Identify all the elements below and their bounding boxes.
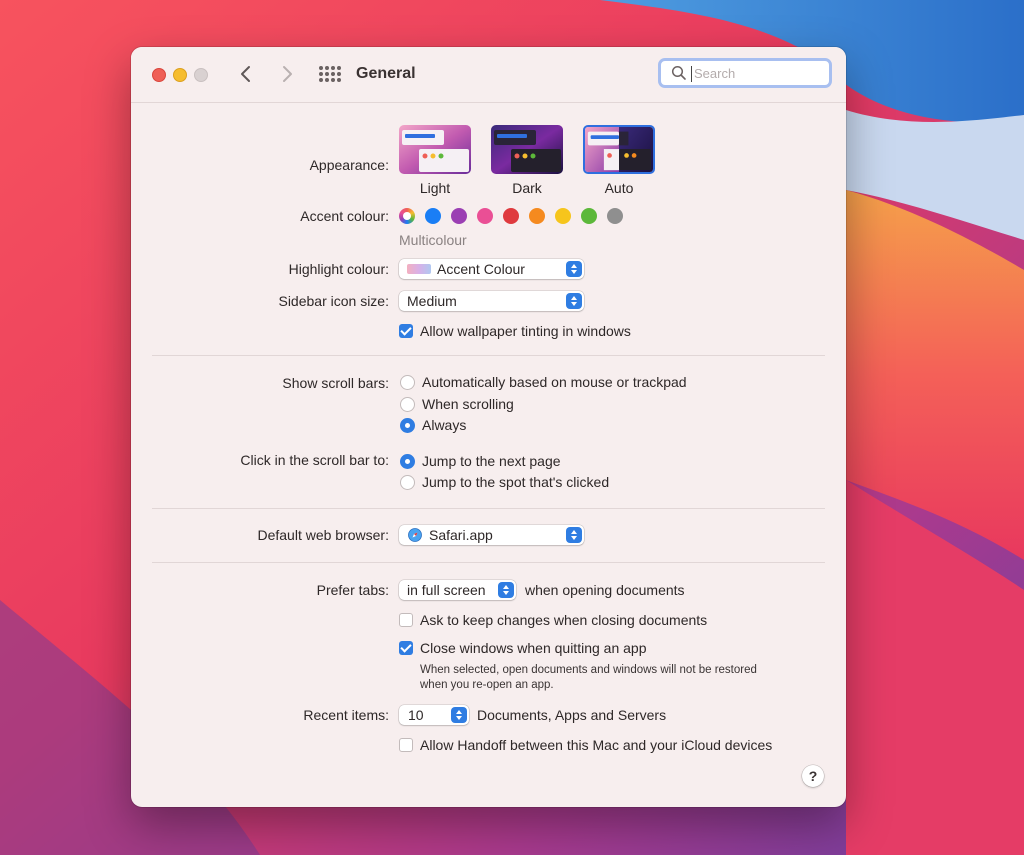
prefer-tabs-label: Prefer tabs: xyxy=(316,582,389,598)
section-divider xyxy=(152,562,825,563)
select-arrows-icon xyxy=(498,582,514,598)
grid-icon[interactable] xyxy=(319,66,341,82)
search-input[interactable]: Search xyxy=(694,66,735,81)
close-windows-help-line1: When selected, open documents and window… xyxy=(420,664,757,676)
highlight-gradient-swatch xyxy=(407,264,431,274)
scroll-bars-auto-radio[interactable] xyxy=(400,375,415,390)
wallpaper-tinting-label[interactable]: Allow wallpaper tinting in windows xyxy=(420,323,631,339)
chevron-right-icon[interactable] xyxy=(277,63,297,85)
click-scroll-next-page-label[interactable]: Jump to the next page xyxy=(422,453,561,469)
close-dot-icon[interactable] xyxy=(152,68,166,82)
handoff-label[interactable]: Allow Handoff between this Mac and your … xyxy=(420,737,772,753)
click-scroll-bar-label: Click in the scroll bar to: xyxy=(240,452,389,468)
appearance-light-label[interactable]: Light xyxy=(399,180,471,196)
scroll-bars-when-scrolling-label[interactable]: When scrolling xyxy=(422,396,514,412)
appearance-auto-thumbnail[interactable] xyxy=(583,125,655,174)
recent-items-label: Recent items: xyxy=(303,707,389,723)
appearance-label: Appearance: xyxy=(309,157,389,173)
settings-window: General Search Appearance: Light Dark Au… xyxy=(131,47,846,807)
click-scroll-spot-radio[interactable] xyxy=(400,475,415,490)
help-icon[interactable]: ? xyxy=(802,765,824,787)
appearance-auto-label[interactable]: Auto xyxy=(583,180,655,196)
highlight-colour-select[interactable]: Accent Colour xyxy=(399,259,584,279)
safari-icon xyxy=(408,528,422,542)
recent-items-suffix: Documents, Apps and Servers xyxy=(477,707,667,723)
close-windows-label[interactable]: Close windows when quitting an app xyxy=(420,640,646,656)
section-divider xyxy=(152,355,825,356)
chevron-left-icon[interactable] xyxy=(236,63,256,85)
section-divider xyxy=(152,508,825,509)
window-title: General xyxy=(356,65,416,82)
minimize-dot-icon[interactable] xyxy=(173,68,187,82)
appearance-dark-label[interactable]: Dark xyxy=(491,180,563,196)
show-scroll-bars-label: Show scroll bars: xyxy=(282,375,389,391)
highlight-colour-value: Accent Colour xyxy=(437,261,525,277)
default-browser-value: Safari.app xyxy=(429,527,493,543)
close-windows-help-line2: when you re-open an app. xyxy=(420,679,554,691)
title-bar: General Search xyxy=(131,47,846,103)
accent-colour-label: Accent colour: xyxy=(300,208,389,224)
highlight-colour-label: Highlight colour: xyxy=(288,261,389,277)
select-arrows-icon xyxy=(566,293,582,309)
select-arrows-icon xyxy=(566,261,582,277)
handoff-checkbox[interactable] xyxy=(399,738,413,752)
close-windows-checkbox[interactable] xyxy=(399,641,413,655)
appearance-light-thumbnail[interactable] xyxy=(399,125,471,174)
sidebar-icon-size-select[interactable]: Medium xyxy=(399,291,584,311)
accent-selected-name: Multicolour xyxy=(399,232,467,248)
accent-swatch-purple[interactable] xyxy=(451,208,467,224)
wallpaper-tinting-checkbox[interactable] xyxy=(399,324,413,338)
appearance-dark-thumbnail[interactable] xyxy=(491,125,563,174)
accent-swatch-blue[interactable] xyxy=(425,208,441,224)
scroll-bars-always-label[interactable]: Always xyxy=(422,417,466,433)
accent-swatch-orange[interactable] xyxy=(529,208,545,224)
select-arrows-icon xyxy=(566,527,582,543)
prefer-tabs-value: in full screen xyxy=(407,582,486,598)
text-caret xyxy=(691,66,692,82)
scroll-bars-always-radio[interactable] xyxy=(400,418,415,433)
select-arrows-icon xyxy=(451,707,467,723)
ask-keep-changes-checkbox[interactable] xyxy=(399,613,413,627)
search-field[interactable]: Search xyxy=(658,58,832,88)
accent-swatch-graphite[interactable] xyxy=(607,208,623,224)
click-scroll-spot-label[interactable]: Jump to the spot that's clicked xyxy=(422,474,609,490)
click-scroll-next-page-radio[interactable] xyxy=(400,454,415,469)
accent-swatch-green[interactable] xyxy=(581,208,597,224)
accent-swatch-multicolour[interactable] xyxy=(399,208,415,224)
scroll-bars-auto-label[interactable]: Automatically based on mouse or trackpad xyxy=(422,374,687,390)
prefer-tabs-select[interactable]: in full screen xyxy=(399,580,516,600)
search-icon xyxy=(671,65,686,80)
accent-swatch-red[interactable] xyxy=(503,208,519,224)
prefer-tabs-suffix: when opening documents xyxy=(525,582,685,598)
default-browser-select[interactable]: Safari.app xyxy=(399,525,584,545)
scroll-bars-when-scrolling-radio[interactable] xyxy=(400,397,415,412)
zoom-dot-icon[interactable] xyxy=(194,68,208,82)
recent-items-select[interactable]: 10 xyxy=(399,705,469,725)
sidebar-icon-size-value: Medium xyxy=(407,293,457,309)
recent-items-value: 10 xyxy=(408,707,424,723)
accent-swatch-yellow[interactable] xyxy=(555,208,571,224)
default-browser-label: Default web browser: xyxy=(257,527,389,543)
sidebar-icon-size-label: Sidebar icon size: xyxy=(278,293,389,309)
ask-keep-changes-label[interactable]: Ask to keep changes when closing documen… xyxy=(420,612,707,628)
accent-swatch-pink[interactable] xyxy=(477,208,493,224)
